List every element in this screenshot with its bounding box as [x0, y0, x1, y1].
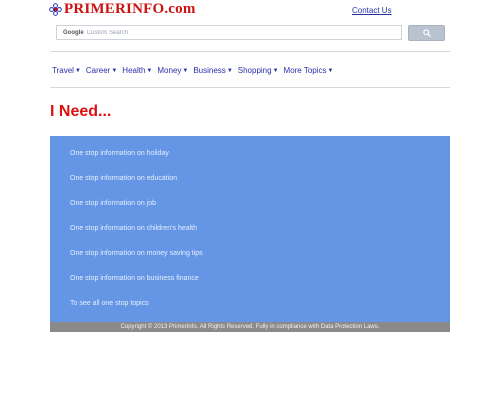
- nav-item-business[interactable]: Business ▼: [193, 66, 232, 75]
- nav-item-label: Career: [85, 66, 111, 75]
- nav-item-money[interactable]: Money ▼: [157, 66, 188, 75]
- divider-nav: [50, 87, 450, 88]
- nav-item-shopping[interactable]: Shopping ▼: [238, 66, 279, 75]
- caret-down-icon: ▼: [74, 67, 81, 74]
- footer-copyright: Copyright © 2013 PrimerInfo. All Rights …: [50, 322, 450, 332]
- nav-item-health[interactable]: Health ▼: [122, 66, 152, 75]
- nav-item-label: Business: [193, 66, 226, 75]
- caret-down-icon: ▼: [111, 67, 118, 74]
- nav-item-label: More Topics: [283, 66, 327, 75]
- topic-link-childrens-health[interactable]: One stop information on children's healt…: [70, 224, 203, 249]
- search-input[interactable]: [86, 27, 387, 38]
- search-icon: [422, 29, 431, 37]
- caret-down-icon: ▼: [146, 67, 153, 74]
- caret-down-icon: ▼: [327, 67, 334, 74]
- flower-logo-icon: [49, 2, 62, 16]
- page-heading: I Need...: [50, 103, 112, 120]
- nav-item-label: Money: [157, 66, 182, 75]
- topic-link-job[interactable]: One stop information on job: [70, 199, 203, 224]
- nav-item-more-topics[interactable]: More Topics ▼: [284, 66, 334, 75]
- topic-link-all-topics[interactable]: To see all one stop topics: [70, 299, 203, 324]
- site-logo[interactable]: PRIMERINFO.com: [49, 0, 196, 18]
- nav-item-travel[interactable]: Travel ▼: [52, 66, 81, 75]
- nav-item-label: Shopping: [237, 66, 272, 75]
- search-button[interactable]: [408, 25, 445, 41]
- topic-link-holiday[interactable]: One stop information on holiday: [70, 149, 203, 174]
- contact-us-link[interactable]: Contact Us: [352, 6, 392, 15]
- search-brand-label: Google: [63, 29, 84, 36]
- main-nav: Travel ▼ Career ▼ Health ▼ Money ▼ Business ▼…: [52, 66, 333, 75]
- nav-item-career[interactable]: Career ▼: [86, 66, 117, 75]
- topic-links: One stop information on holiday One stop…: [70, 149, 203, 324]
- nav-item-label: Travel: [52, 66, 74, 75]
- nav-item-label: Health: [122, 66, 146, 75]
- topic-link-education[interactable]: One stop information on education: [70, 174, 203, 199]
- caret-down-icon: ▼: [182, 67, 189, 74]
- topics-panel: One stop information on holiday One stop…: [50, 136, 450, 322]
- divider-top: [50, 51, 450, 52]
- topic-link-business-finance[interactable]: One stop information on business finance: [70, 274, 203, 299]
- caret-down-icon: ▼: [272, 67, 279, 74]
- caret-down-icon: ▼: [226, 67, 233, 74]
- topic-link-money-saving[interactable]: One stop information on money saving tip…: [70, 249, 203, 274]
- logo-text: PRIMERINFO.com: [64, 0, 196, 17]
- search-box: Google: [56, 25, 402, 40]
